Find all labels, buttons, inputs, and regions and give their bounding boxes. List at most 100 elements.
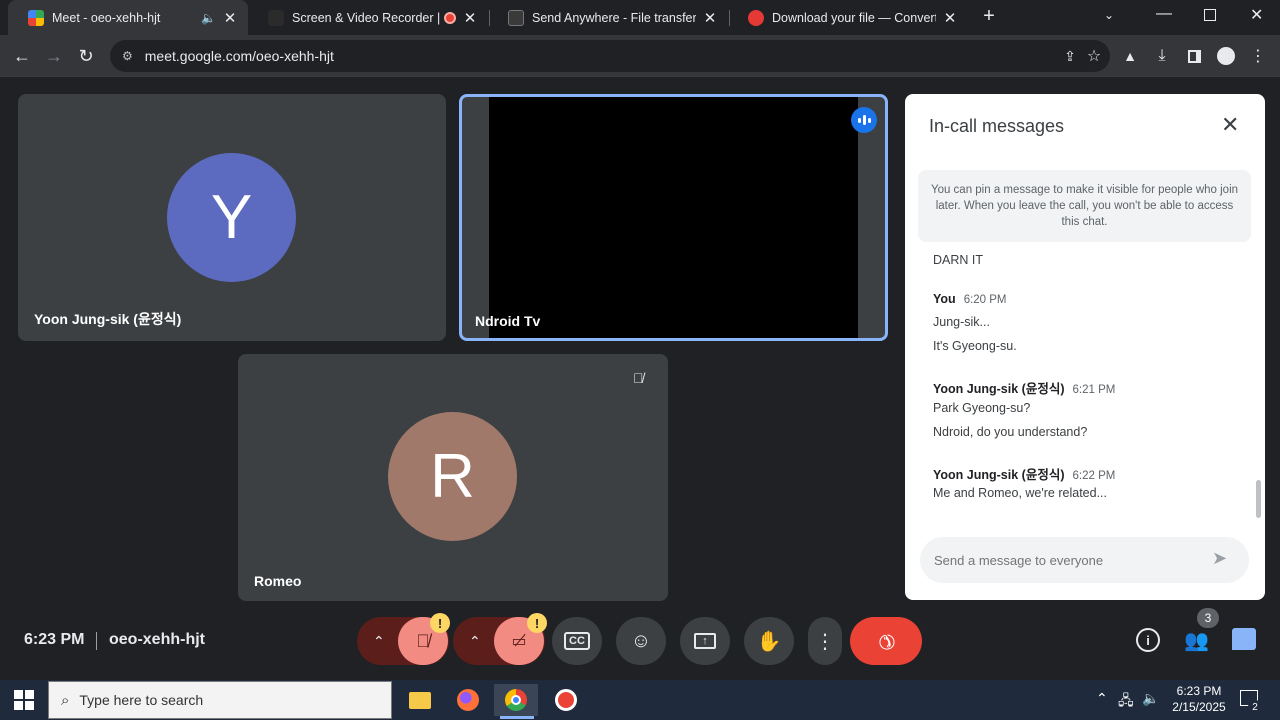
pin-notice: You can pin a message to make it visible… [918, 170, 1251, 242]
present-icon: ↑ [694, 633, 716, 649]
notification-count-badge: 2 [1248, 700, 1262, 714]
taskbar-clock[interactable]: 6:23 PM 2/15/2025 [1168, 683, 1230, 715]
mic-off-icon: 🎙̸ [416, 630, 430, 651]
mic-warning-icon: ! [430, 613, 450, 633]
divider [96, 632, 97, 650]
participant-tile-yoon[interactable]: Y Yoon Jung-sik (윤정식) [18, 94, 446, 341]
tab-screen-recorder[interactable]: Screen & Video Recorder | F ✕ [248, 0, 488, 35]
site-info-icon[interactable]: ⚙ [122, 49, 133, 63]
chat-icon[interactable] [1232, 628, 1256, 650]
people-icon[interactable]: 👥 [1184, 628, 1209, 653]
clock-date: 2/15/2025 [1172, 700, 1226, 714]
forward-icon[interactable]: → [42, 44, 66, 68]
message-input-container: ➤ [920, 537, 1249, 583]
speaker-icon[interactable]: 🔈 [201, 11, 216, 25]
avatar: R [388, 412, 517, 541]
end-call-icon: ✆ [871, 626, 900, 655]
speaking-indicator-icon [851, 107, 877, 133]
search-icon: ⌕ [61, 691, 70, 709]
file-explorer-icon[interactable] [398, 684, 442, 716]
windows-start-icon[interactable] [14, 690, 34, 710]
network-icon[interactable]: 🖧 [1118, 690, 1134, 714]
tab-title: Screen & Video Recorder | F [292, 10, 440, 25]
download-icon[interactable]: ⤓ [1150, 44, 1174, 68]
firefox-icon[interactable] [446, 684, 490, 716]
chat-message: Park Gyeong-su? [933, 401, 1031, 415]
camera-warning-icon: ! [527, 613, 547, 633]
minimize-icon[interactable]: — [1156, 5, 1172, 23]
meeting-time: 6:23 PM [24, 631, 85, 648]
chrome-icon[interactable] [494, 684, 538, 716]
chat-message: It's Gyeong-su. [933, 339, 1017, 353]
reload-icon[interactable]: ↻ [74, 44, 98, 68]
present-screen-button[interactable]: ↑ [680, 617, 730, 665]
tab-title: Download your file — Convertio [772, 10, 936, 25]
address-bar[interactable]: ⚙ meet.google.com/oeo-xehh-hjt [110, 40, 1110, 72]
share-icon[interactable]: ⇪ [1058, 44, 1082, 68]
message-input[interactable] [934, 549, 1194, 571]
close-tab-icon[interactable]: ✕ [942, 9, 958, 27]
bookmark-star-icon[interactable]: ☆ [1082, 44, 1106, 68]
captions-icon: CC [564, 632, 590, 650]
tab-meet[interactable]: Meet - oeo-xehh-hjt 🔈 ✕ [8, 0, 248, 35]
raise-hand-button[interactable]: ✋ [744, 617, 794, 665]
send-anywhere-icon [508, 9, 524, 26]
participant-count-badge: 3 [1197, 608, 1219, 628]
tab-convertio[interactable]: Download your file — Convertio ✕ [728, 0, 968, 35]
chat-message: Jung-sik... [933, 315, 990, 329]
chevron-up-icon: ⌃ [469, 632, 481, 649]
close-tab-icon[interactable]: ✕ [462, 9, 478, 27]
screen-recorder-icon[interactable] [544, 684, 588, 716]
chat-message: Ndroid, do you understand? [933, 425, 1088, 439]
back-icon[interactable]: ← [10, 44, 34, 68]
tab-search-icon[interactable]: ⌄ [1104, 8, 1114, 22]
convertio-icon [748, 9, 764, 26]
message-sender: Yoon Jung-sik (윤정식) 6:22 PM [933, 468, 1116, 482]
extension-icon[interactable]: ▲ [1118, 44, 1142, 68]
camera-off-icon: ▭̸ [511, 633, 527, 650]
hand-icon: ✋ [756, 630, 782, 653]
show-hidden-icons[interactable]: ⌃ [1096, 690, 1108, 707]
tab-send-anywhere[interactable]: Send Anywhere - File transfer ✕ [488, 0, 728, 35]
participant-tile-ndroid[interactable]: Ndroid Tv [459, 94, 888, 341]
reactions-button[interactable]: ☺ [616, 617, 666, 665]
window-close-icon[interactable]: ✕ [1250, 5, 1263, 25]
more-options-button[interactable]: ⋮ [808, 617, 842, 665]
message-sender: You 6:20 PM [933, 292, 1007, 306]
menu-kebab-icon[interactable]: ⋮ [1246, 44, 1270, 68]
restore-icon[interactable] [1204, 9, 1216, 21]
clock-time: 6:23 PM [1176, 684, 1222, 698]
browser-toolbar: ← → ↻ ⚙ meet.google.com/oeo-xehh-hjt ⇪ ☆… [0, 35, 1280, 77]
mic-off-icon: 🎙̸ [633, 370, 644, 386]
tab-title: Meet - oeo-xehh-hjt [52, 10, 161, 25]
tab-title: Send Anywhere - File transfer [532, 10, 696, 25]
side-panel-icon[interactable] [1182, 44, 1206, 68]
recording-icon [444, 11, 456, 24]
message-sender: Yoon Jung-sik (윤정식) 6:21 PM [933, 382, 1116, 396]
video-feed [489, 97, 858, 338]
emoji-icon: ☺ [630, 629, 652, 652]
taskbar-search-box[interactable]: ⌕ Type here to search [48, 681, 392, 719]
meeting-details-icon[interactable]: i [1136, 628, 1160, 652]
chat-title: In-call messages [929, 116, 1065, 136]
close-chat-icon[interactable]: ✕ [1221, 112, 1239, 138]
captions-button[interactable]: CC [552, 617, 602, 665]
close-tab-icon[interactable]: ✕ [702, 9, 718, 27]
participant-name: Ndroid Tv [475, 313, 541, 329]
new-tab-button[interactable]: + [978, 5, 1000, 29]
active-app-indicator [500, 716, 534, 719]
chat-panel: In-call messages ✕ You can pin a message… [905, 94, 1265, 600]
chat-scrollbar[interactable] [1256, 480, 1261, 518]
participant-tile-romeo[interactable]: 🎙̸ R Romeo [238, 354, 668, 601]
chat-message: Me and Romeo, we're related... [933, 486, 1107, 500]
chat-message: DARN IT [933, 253, 983, 267]
tab-strip: Meet - oeo-xehh-hjt 🔈 ✕ Screen & Video R… [0, 0, 1280, 35]
url-text: meet.google.com/oeo-xehh-hjt [144, 48, 334, 64]
more-vert-icon: ⋮ [815, 630, 835, 653]
search-placeholder: Type here to search [79, 692, 204, 708]
close-tab-icon[interactable]: ✕ [222, 9, 238, 27]
send-icon[interactable]: ➤ [1212, 548, 1227, 569]
profile-icon[interactable] [1214, 44, 1238, 68]
volume-icon[interactable]: 🔈 [1142, 690, 1159, 707]
leave-call-button[interactable]: ✆ [850, 617, 922, 665]
